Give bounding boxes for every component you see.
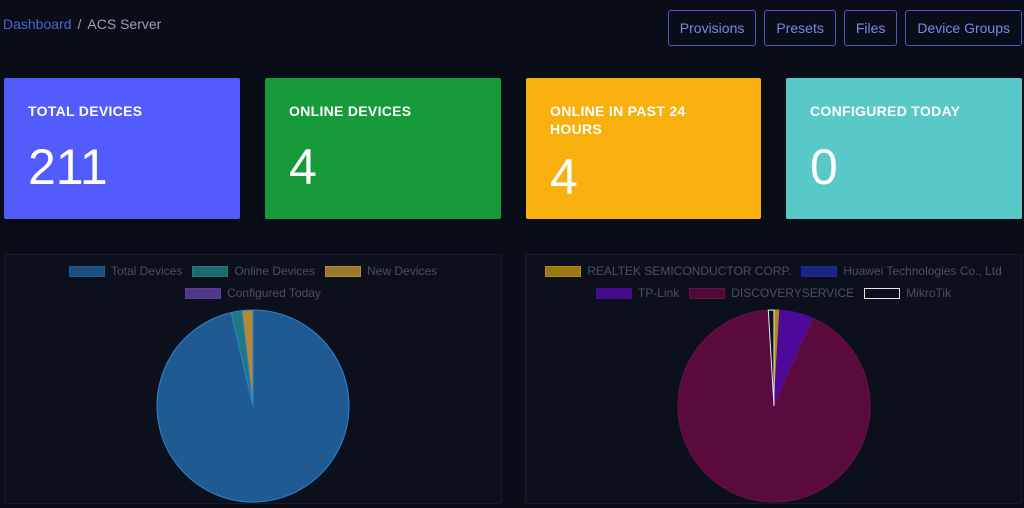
stat-title: ONLINE IN PAST 24 HOURS: [550, 103, 686, 137]
stat-title: TOTAL DEVICES: [28, 103, 143, 119]
breadcrumb: Dashboard / ACS Server: [3, 16, 161, 32]
stat-card-configured-today: CONFIGURED TODAY 0: [786, 78, 1022, 219]
device-status-chart-panel: Total Devices Online Devices New Devices Co…: [4, 254, 502, 504]
stat-title: ONLINE DEVICES: [289, 103, 412, 119]
stat-card-online-past-24-hours: ONLINE IN PAST 24 HOURS 4: [526, 78, 761, 219]
breadcrumb-dashboard-link[interactable]: Dashboard: [3, 16, 72, 32]
nav-buttons: Provisions Presets Files Device Groups: [667, 10, 1022, 46]
files-button[interactable]: Files: [843, 10, 898, 46]
manufacturer-pie-chart: [677, 309, 871, 503]
provisions-button[interactable]: Provisions: [667, 10, 757, 46]
stat-title: CONFIGURED TODAY: [810, 103, 961, 119]
stat-value: 211: [28, 139, 108, 195]
manufacturer-chart-panel: REALTEK SEMICONDUCTOR CORP. Huawei Techno…: [525, 254, 1022, 504]
stat-card-online-devices: ONLINE DEVICES 4: [265, 78, 501, 219]
stat-value: 0: [810, 139, 838, 195]
presets-button[interactable]: Presets: [764, 10, 836, 46]
device-groups-button[interactable]: Device Groups: [905, 10, 1022, 46]
device-status-pie-chart: [156, 309, 350, 503]
breadcrumb-separator: /: [77, 16, 82, 32]
stat-value: 4: [550, 149, 578, 205]
stat-card-total-devices: TOTAL DEVICES 211: [4, 78, 240, 219]
stat-value: 4: [289, 139, 317, 195]
breadcrumb-current: ACS Server: [87, 16, 162, 32]
